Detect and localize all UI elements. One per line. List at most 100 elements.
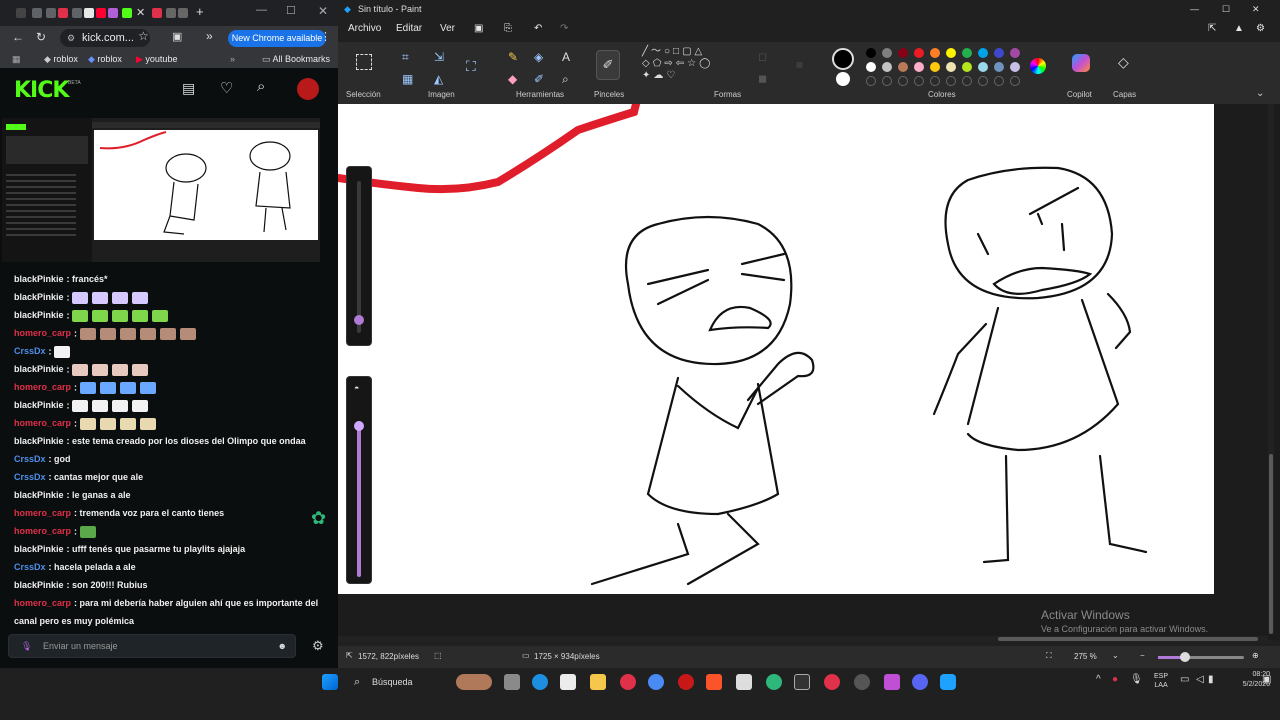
bookmark-roblox-2[interactable]: ◆ roblox	[88, 53, 122, 65]
site-info-icon[interactable]: ⚙	[67, 29, 75, 47]
heart-icon[interactable]: ♡	[220, 79, 233, 97]
maximize-icon[interactable]: ☐	[1222, 0, 1230, 18]
tab-favicon[interactable]	[84, 8, 94, 18]
color-swatch[interactable]	[914, 62, 924, 72]
paint-taskbar-icon[interactable]	[940, 674, 956, 690]
chrome-menu-icon[interactable]: ⋮	[320, 30, 331, 43]
close-icon[interactable]: ✕	[1252, 0, 1260, 18]
chat-emote[interactable]	[112, 364, 129, 376]
color-swatch[interactable]	[882, 48, 892, 58]
new-chrome-available-button[interactable]: New Chrome available	[228, 30, 326, 47]
rotate-icon[interactable]: ◭	[434, 72, 443, 86]
battery-icon[interactable]: ▮	[1208, 674, 1214, 685]
chat-emote[interactable]	[54, 346, 71, 358]
new-tab-icon[interactable]: +	[196, 4, 204, 19]
menu-editar[interactable]: Editar	[396, 23, 422, 34]
color-swatch[interactable]	[882, 62, 892, 72]
tray-app-icon[interactable]: ●	[1112, 674, 1118, 685]
zoom-slider[interactable]	[1158, 652, 1244, 662]
color-swatch[interactable]	[1010, 48, 1020, 58]
edit-colors-icon[interactable]	[1030, 58, 1046, 74]
address-bar[interactable]: ⚙ kick.com...	[60, 29, 150, 47]
chat-username[interactable]: homero_carp	[14, 508, 71, 518]
resize-icon[interactable]: ⇲	[434, 50, 444, 64]
chat-username[interactable]: blackPinkie	[14, 490, 64, 500]
chat-emote[interactable]	[152, 310, 169, 322]
color-swatch[interactable]	[866, 48, 876, 58]
chat-username[interactable]: homero_carp	[14, 598, 71, 608]
chat-username[interactable]: blackPinkie	[14, 580, 64, 590]
crop-icon[interactable]: ⌗	[402, 50, 409, 65]
save-icon[interactable]: ▣	[474, 23, 483, 34]
settings-gear-icon[interactable]: ⚙	[1256, 23, 1265, 34]
scrollbar-thumb[interactable]	[1269, 454, 1273, 634]
brush-size-slider[interactable]	[346, 166, 372, 346]
mic-icon[interactable]: 🎙	[21, 635, 32, 657]
redo-icon[interactable]: ↷	[560, 23, 568, 34]
chat-username[interactable]: blackPinkie	[14, 364, 64, 374]
undo-icon[interactable]: ↶	[534, 23, 542, 34]
custom-color-slot[interactable]	[946, 76, 956, 86]
tab-favicon[interactable]	[108, 8, 118, 18]
horizontal-scrollbar[interactable]	[338, 636, 1268, 642]
widgets-icon[interactable]	[456, 674, 492, 690]
chat-username[interactable]: CrssDx	[14, 562, 46, 572]
reload-icon[interactable]: ↻	[36, 30, 46, 44]
apps-grid-icon[interactable]: ▦	[12, 53, 21, 65]
tab-favicon[interactable]	[178, 8, 188, 18]
chat-emote[interactable]	[79, 526, 96, 538]
language-indicator[interactable]: ESP LAA	[1154, 672, 1168, 690]
custom-color-slot[interactable]	[962, 76, 972, 86]
mic-icon[interactable]: 🎙	[1130, 674, 1143, 685]
back-icon[interactable]: ←	[12, 30, 24, 44]
extensions-icon[interactable]: ▣	[172, 30, 182, 43]
pencil-icon[interactable]: ✎	[508, 50, 518, 64]
discord-icon[interactable]	[912, 674, 928, 690]
close-tab-icon[interactable]: ✕	[136, 6, 145, 19]
remove-background-icon[interactable]: ⛶	[466, 58, 476, 75]
tab-favicon[interactable]	[58, 8, 68, 18]
opacity-thumb[interactable]	[354, 421, 364, 431]
color-swatch[interactable]	[898, 62, 908, 72]
more-bookmarks-icon[interactable]: »	[230, 53, 235, 65]
layers-icon[interactable]: ◇	[1118, 54, 1129, 71]
notifications-icon[interactable]: ▣	[1262, 674, 1271, 685]
tab-favicon[interactable]	[32, 8, 42, 18]
chat-emote[interactable]	[72, 310, 89, 322]
close-window-icon[interactable]: ✕	[318, 4, 328, 18]
custom-color-slot[interactable]	[914, 76, 924, 86]
color-swatch[interactable]	[1010, 62, 1020, 72]
custom-color-slot[interactable]	[994, 76, 1004, 86]
color-picker-icon[interactable]: ✐	[534, 72, 544, 86]
menu-ver[interactable]: Ver	[440, 23, 455, 34]
custom-color-slot[interactable]	[930, 76, 940, 86]
more-arrows-icon[interactable]: »	[206, 29, 213, 43]
chat-emote[interactable]	[79, 328, 96, 340]
scrollbar-thumb[interactable]	[998, 637, 1258, 641]
custom-color-slot[interactable]	[866, 76, 876, 86]
emote-picker-icon[interactable]: ☻	[278, 635, 287, 657]
chat-emote[interactable]	[119, 382, 136, 394]
maximize-icon[interactable]: ☐	[286, 4, 296, 17]
fit-to-window-icon[interactable]: ⛶	[1046, 651, 1052, 661]
app-icon[interactable]	[736, 674, 752, 690]
minimize-icon[interactable]: —	[1190, 0, 1199, 18]
fill-icon[interactable]: ◈	[534, 50, 543, 64]
all-bookmarks[interactable]: ▭ All Bookmarks	[262, 53, 330, 65]
tab-favicon[interactable]	[46, 8, 56, 18]
chrome-profile-icon[interactable]	[648, 674, 664, 690]
tab-favicon[interactable]	[166, 8, 176, 18]
volume-icon[interactable]: ◁	[1196, 674, 1204, 685]
fill-shape-icon[interactable]: ◼	[758, 72, 767, 85]
primary-color[interactable]	[832, 48, 854, 70]
tab-menu-icon[interactable]	[16, 8, 26, 18]
chat-emote[interactable]	[119, 418, 136, 430]
opacity-slider[interactable]: ◓	[346, 376, 372, 584]
chat-username[interactable]: homero_carp	[14, 526, 71, 536]
zoom-dropdown-icon[interactable]: ⌄	[1112, 651, 1119, 660]
color-swatch[interactable]	[994, 62, 1004, 72]
chat-emote[interactable]	[72, 292, 89, 304]
chat-message-input[interactable]: 🎙 Enviar un mensaje ☻	[8, 634, 296, 658]
color-swatch[interactable]	[962, 62, 972, 72]
custom-color-slot[interactable]	[1010, 76, 1020, 86]
